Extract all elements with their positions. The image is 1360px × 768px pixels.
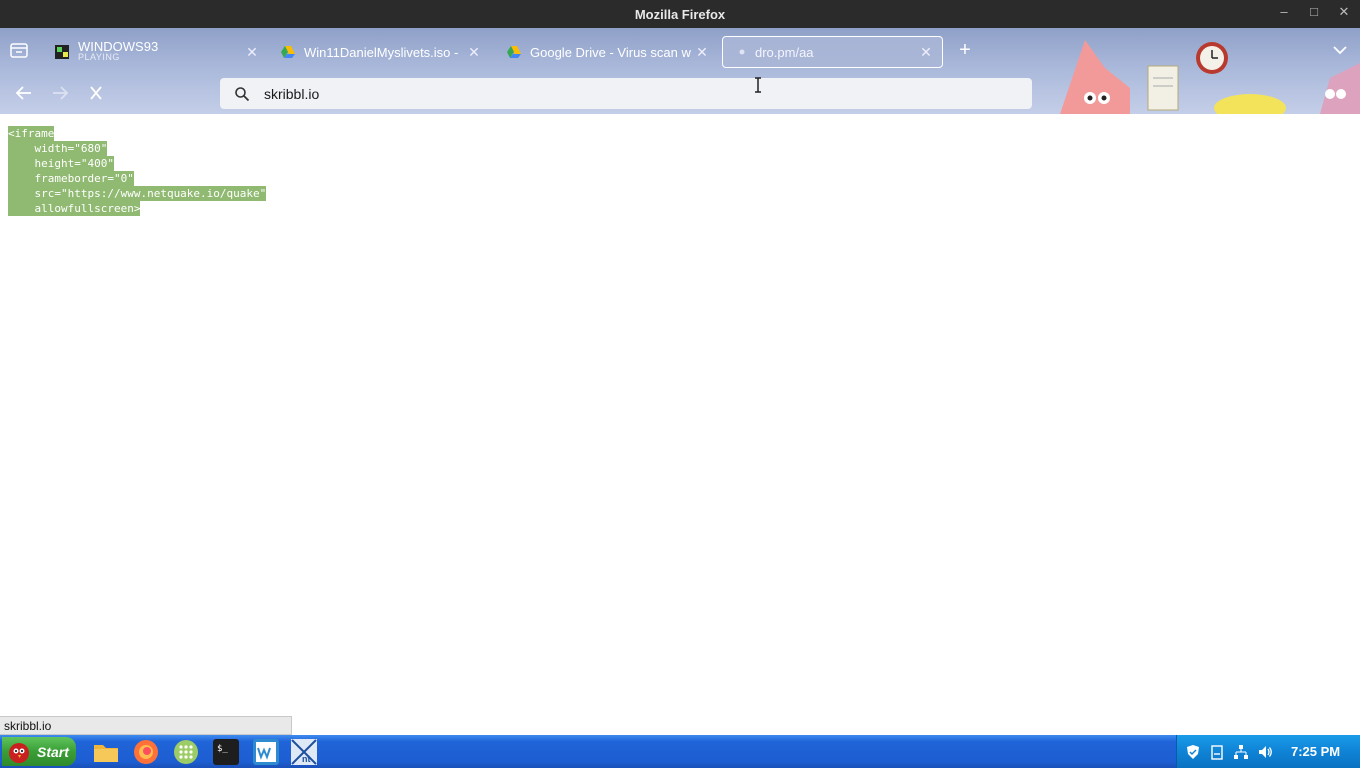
- tab-label: Win11DanielMyslivets.iso -: [304, 44, 459, 60]
- search-icon: [235, 86, 250, 101]
- tab-strip: WINDOWS93 PLAYING ✕ Win11DanielMyslivets…: [0, 28, 1360, 72]
- start-button[interactable]: Start: [2, 737, 76, 766]
- network-icon[interactable]: [1233, 744, 1249, 760]
- maximize-button[interactable]: □: [1306, 4, 1322, 20]
- code-line: frameborder="0": [8, 171, 134, 186]
- tab-close-icon[interactable]: ✕: [692, 44, 712, 61]
- stop-loading-icon[interactable]: [84, 82, 108, 104]
- terminal-icon[interactable]: $_: [212, 738, 240, 766]
- back-arrow-icon[interactable]: [12, 82, 36, 104]
- start-logo-icon: [9, 742, 29, 763]
- loading-dot-icon: [739, 49, 745, 55]
- text-cursor-icon: [755, 77, 761, 93]
- tab-close-icon[interactable]: ✕: [242, 44, 262, 61]
- browser-toolbar: WINDOWS93 PLAYING ✕ Win11DanielMyslivets…: [0, 28, 1360, 114]
- tab-label: dro.pm/aa: [755, 44, 814, 60]
- firefox-view-icon[interactable]: [8, 40, 30, 60]
- clipboard-icon[interactable]: [1209, 744, 1225, 760]
- tab-windows93[interactable]: WINDOWS93 PLAYING ✕: [44, 36, 268, 68]
- chevron-down-icon[interactable]: [1330, 40, 1350, 60]
- close-window-button[interactable]: ✕: [1336, 4, 1352, 20]
- tab-playing-label: PLAYING: [78, 52, 120, 62]
- taskbar: Start $_ nt 7:25 PM: [0, 735, 1360, 768]
- tab-dro-pm[interactable]: dro.pm/aa ✕: [722, 36, 943, 68]
- status-bar: skribbl.io: [0, 716, 292, 735]
- network-tool-icon[interactable]: nt: [290, 738, 318, 766]
- navigation-bar: skribbl.io uO: [0, 72, 1360, 114]
- taskbar-clock[interactable]: 7:25 PM: [1291, 744, 1340, 759]
- code-line: height="400": [8, 156, 114, 171]
- code-line: allowfullscreen>: [8, 201, 141, 216]
- start-label: Start: [37, 743, 69, 760]
- window-titlebar: Mozilla Firefox – □ ✕: [0, 0, 1360, 28]
- page-content: <iframe width="680" height="400" framebo…: [0, 114, 1360, 734]
- url-bar-text[interactable]: skribbl.io: [264, 86, 319, 102]
- apps-grid-icon[interactable]: [172, 738, 200, 766]
- tab-close-icon[interactable]: ✕: [464, 44, 484, 61]
- forward-arrow-icon[interactable]: [48, 82, 72, 104]
- shield-icon[interactable]: [1185, 744, 1201, 760]
- system-tray: 7:25 PM: [1176, 735, 1360, 768]
- code-line: width="680": [8, 141, 108, 156]
- tab-label: Google Drive - Virus scan w: [530, 44, 691, 60]
- google-drive-icon: [507, 46, 521, 58]
- minimize-button[interactable]: –: [1276, 4, 1292, 20]
- google-drive-icon: [281, 46, 295, 58]
- code-line: src="https://www.netquake.io/quake": [8, 186, 267, 201]
- code-line: <iframe: [8, 126, 55, 141]
- url-bar[interactable]: skribbl.io: [220, 78, 1032, 109]
- tab-google-drive[interactable]: Google Drive - Virus scan w ✕: [496, 36, 718, 68]
- window-title: Mozilla Firefox: [634, 6, 726, 22]
- svg-text:$_: $_: [217, 744, 228, 754]
- tab-win11-iso[interactable]: Win11DanielMyslivets.iso - ✕: [270, 36, 490, 68]
- new-tab-button[interactable]: +: [954, 40, 976, 60]
- volume-icon[interactable]: [1257, 744, 1273, 760]
- firefox-icon[interactable]: [132, 738, 160, 766]
- editor-icon[interactable]: [252, 738, 280, 766]
- windows93-icon: [55, 45, 69, 59]
- tab-close-icon[interactable]: ✕: [916, 44, 936, 61]
- files-icon[interactable]: [92, 738, 120, 766]
- selected-code-block[interactable]: <iframe width="680" height="400" framebo…: [8, 126, 267, 216]
- svg-text:nt: nt: [302, 754, 311, 764]
